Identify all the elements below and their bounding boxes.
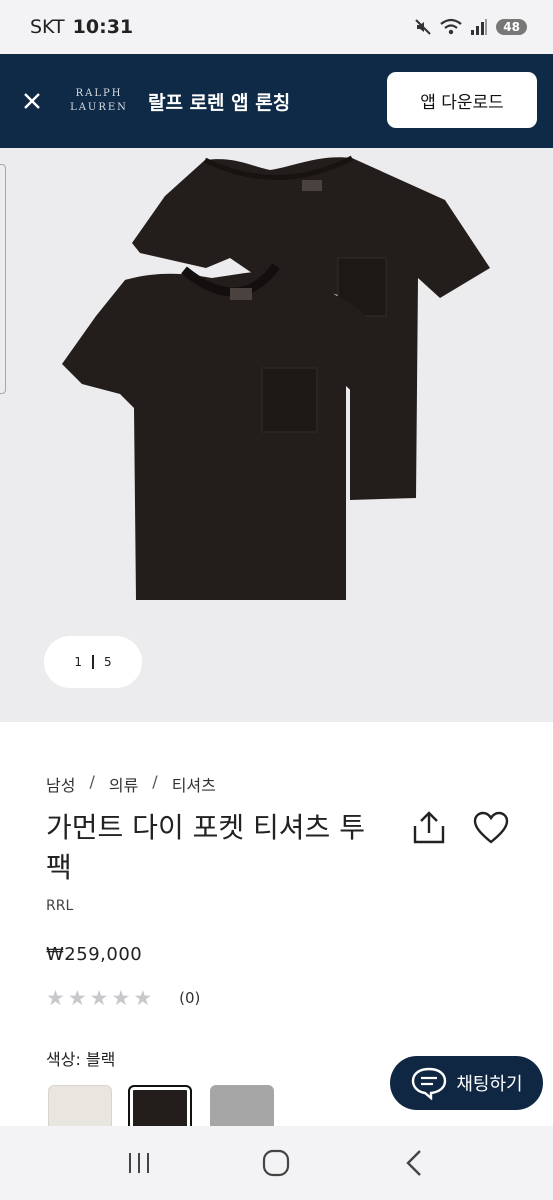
clock: 10:31 — [72, 16, 134, 38]
chat-button[interactable]: 채팅하기 — [390, 1056, 543, 1110]
mute-icon — [414, 18, 432, 36]
logo-line-2: LAUREN — [70, 102, 128, 113]
chat-label: 채팅하기 — [456, 1074, 523, 1095]
status-icons: 48 — [414, 18, 527, 36]
recent-apps-icon — [128, 1153, 149, 1173]
ralph-lauren-logo: RALPH LAUREN — [64, 87, 134, 115]
status-bar: SKT 10:31 48 — [0, 0, 553, 54]
home-button[interactable] — [246, 1133, 306, 1193]
star-icon: ★ — [67, 986, 87, 1010]
wishlist-button[interactable] — [472, 810, 510, 846]
home-icon — [263, 1149, 290, 1177]
breadcrumb-item-tshirts[interactable]: 티셔츠 — [172, 772, 216, 796]
share-button[interactable] — [410, 810, 448, 846]
color-label: 색상: 블랙 — [46, 1050, 116, 1069]
logo-line-1: RALPH — [75, 88, 123, 99]
rating[interactable]: ★ ★ ★ ★ ★ (0) — [46, 986, 200, 1010]
breadcrumb-separator: / — [152, 772, 158, 791]
close-icon — [24, 93, 40, 109]
banner-title: 랄프 로렌 앱 론칭 — [148, 91, 291, 114]
back-button[interactable] — [384, 1133, 444, 1193]
star-icon: ★ — [133, 986, 153, 1010]
carrier-label: SKT — [30, 16, 65, 38]
recent-apps-button[interactable] — [109, 1133, 169, 1193]
review-count: (0) — [179, 989, 201, 1007]
price: ₩259,000 — [46, 944, 143, 965]
share-icon — [413, 811, 445, 844]
wifi-icon — [440, 18, 462, 36]
signal-icon — [470, 18, 488, 36]
pager-current: 1 — [74, 655, 82, 669]
heart-icon — [473, 811, 509, 844]
product-title: 가먼트 다이 포켓 티셔츠 투팩 — [46, 811, 365, 884]
system-nav-bar — [0, 1126, 553, 1200]
star-icon: ★ — [89, 986, 109, 1010]
star-icon: ★ — [46, 986, 65, 1010]
battery-icon: 48 — [496, 19, 527, 35]
image-pager[interactable]: 1 5 — [44, 636, 142, 688]
breadcrumb-item-clothing[interactable]: 의류 — [109, 772, 138, 796]
close-banner-button[interactable] — [0, 54, 64, 148]
breadcrumb-item-men[interactable]: 남성 — [46, 772, 75, 796]
brand-label[interactable]: RRL — [46, 898, 73, 914]
app-download-button[interactable]: 앱 다운로드 — [387, 72, 537, 128]
star-icon: ★ — [111, 986, 131, 1010]
breadcrumb: 남성 / 의류 / 티셔츠 — [46, 772, 216, 796]
pager-separator — [92, 655, 94, 669]
chat-bubble-icon — [412, 1067, 447, 1100]
app-download-banner: RALPH LAUREN 랄프 로렌 앱 론칭 앱 다운로드 — [0, 54, 553, 148]
status-left: SKT 10:31 — [30, 16, 133, 38]
product-image-gallery[interactable]: 1 5 — [0, 148, 553, 722]
pager-total: 5 — [104, 655, 112, 669]
back-icon — [406, 1150, 421, 1176]
breadcrumb-separator: / — [89, 772, 95, 791]
